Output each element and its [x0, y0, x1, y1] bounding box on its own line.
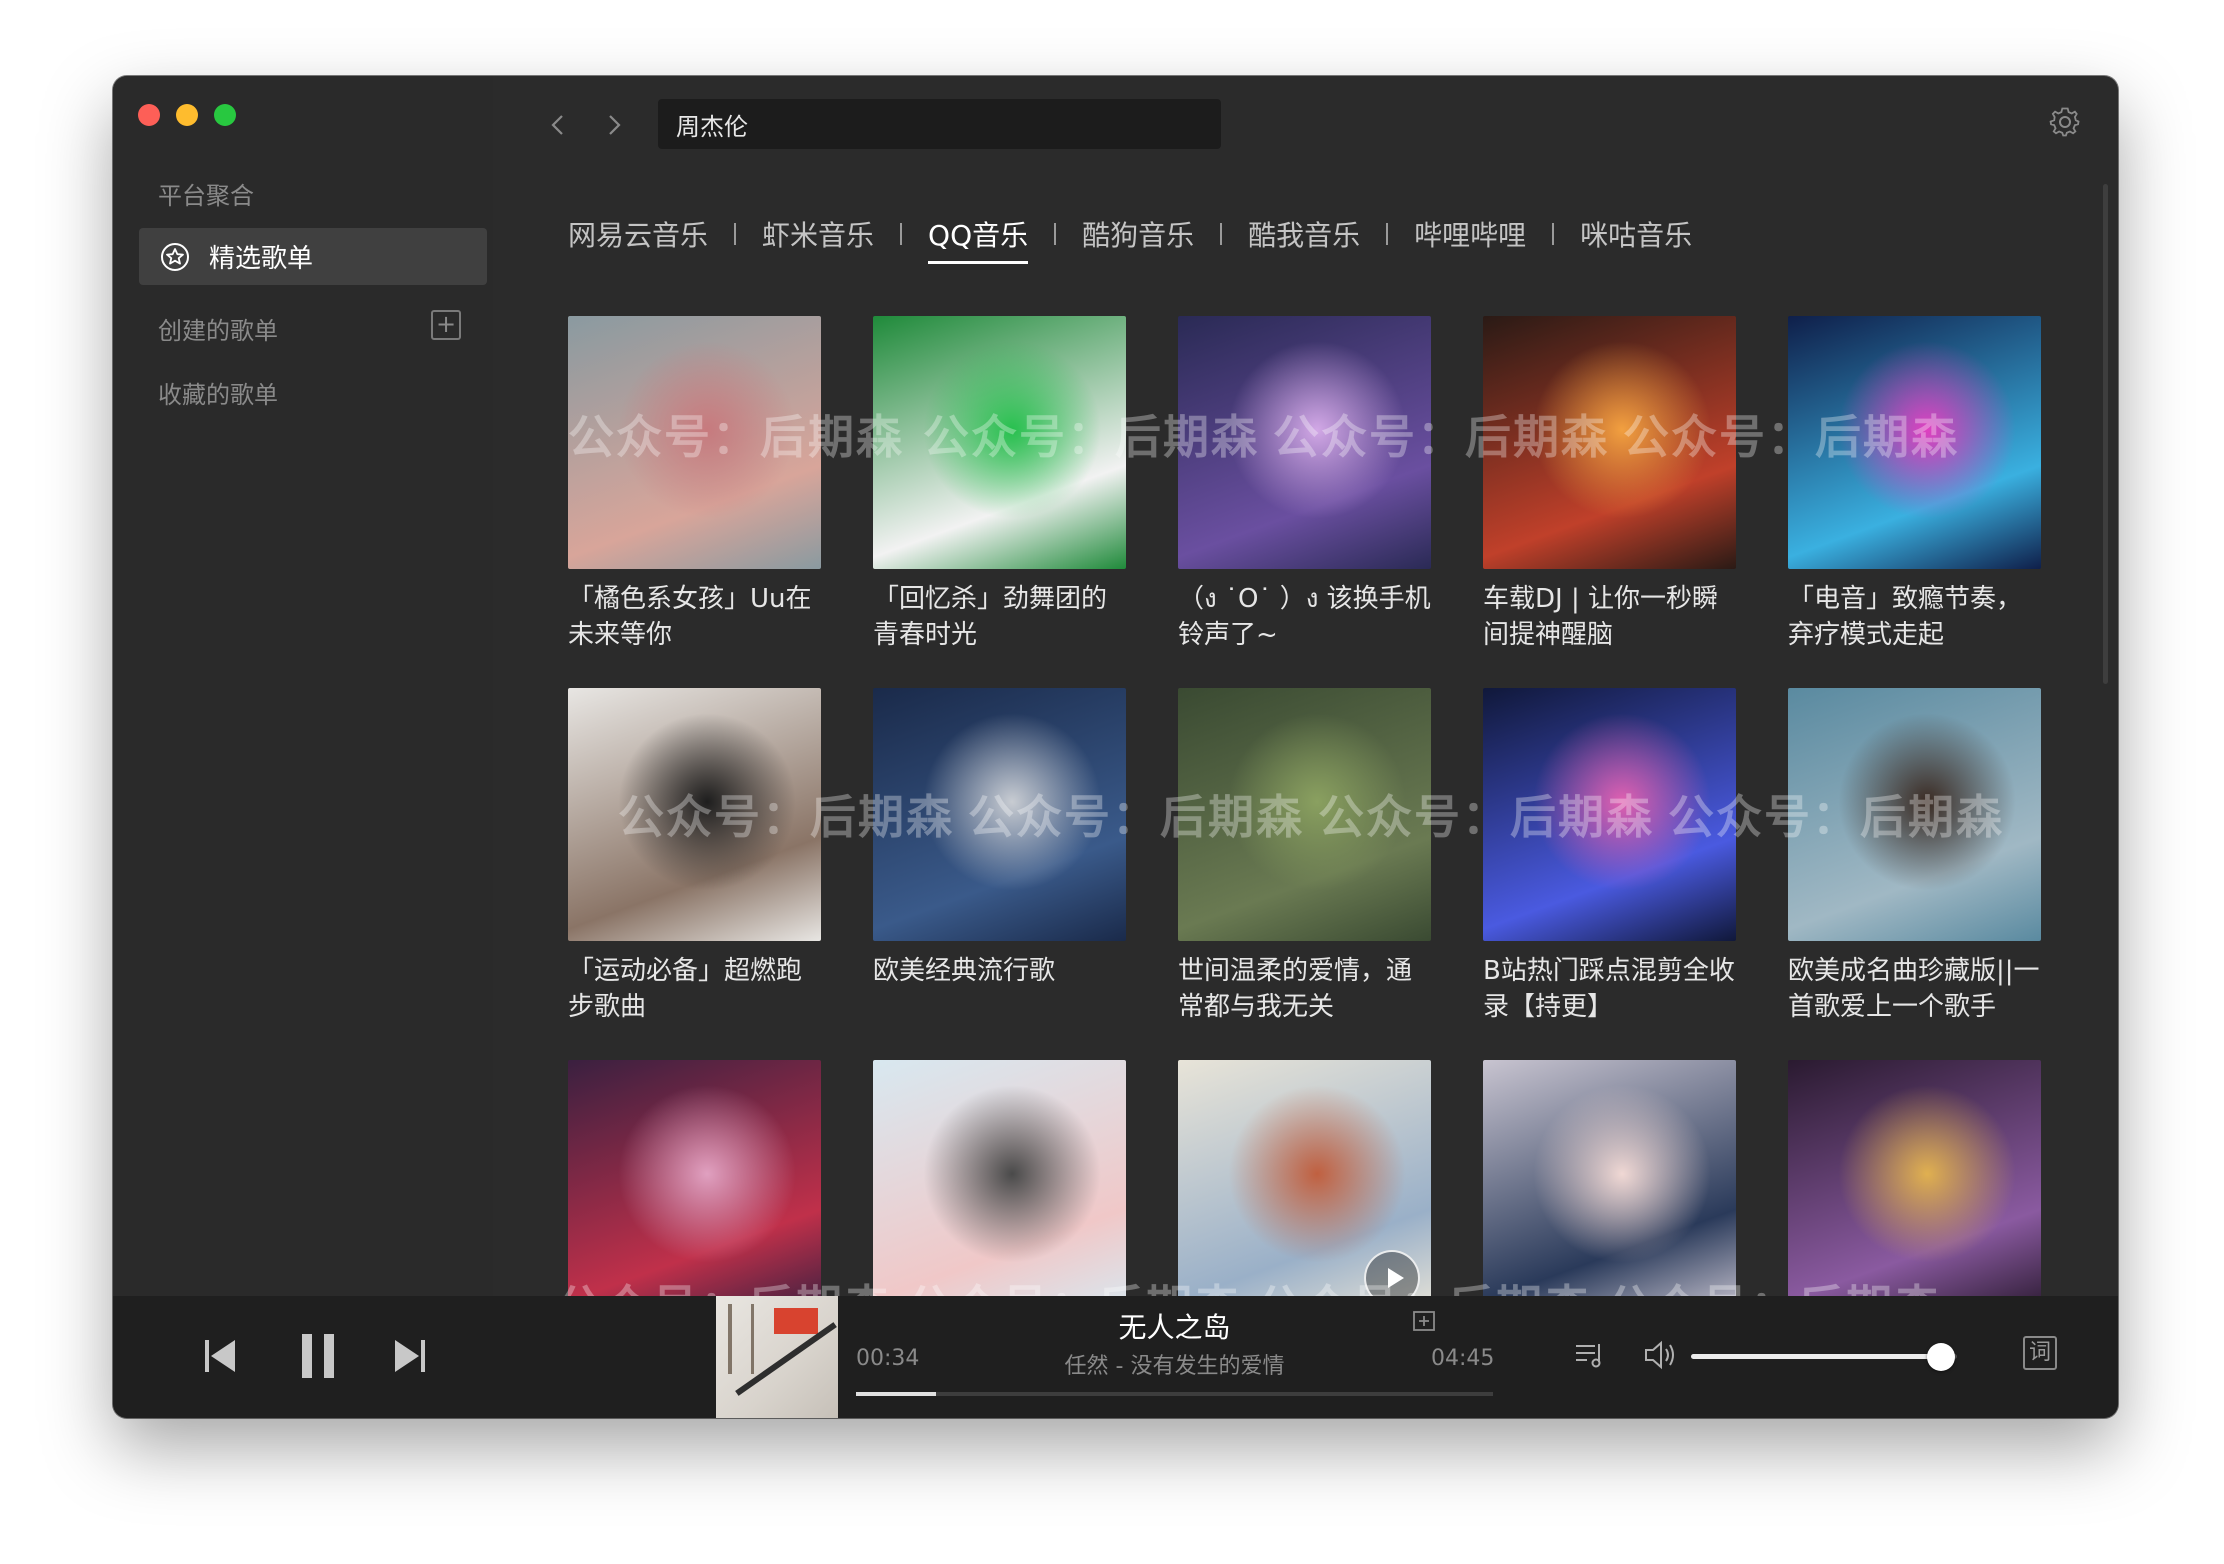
- playlist-cover[interactable]: [568, 1060, 821, 1296]
- sidebar-item-featured-playlists[interactable]: 精选歌单: [139, 228, 487, 285]
- player-bar: 无人之岛 00:34 任然 - 没有发生的爱情 04:45 词: [113, 1296, 2118, 1418]
- previous-button[interactable]: [203, 1336, 237, 1376]
- playlist-grid: 「橘色系女孩」Uu在未来等你 「回忆杀」劲舞团的青春时光 （ง ˙O˙ ）ง 该换手…: [568, 316, 2048, 1296]
- playlist-cover[interactable]: [1178, 1060, 1431, 1296]
- tab-platform[interactable]: QQ音乐: [928, 214, 1029, 264]
- playlist-cover[interactable]: [1483, 316, 1736, 569]
- add-to-playlist-icon[interactable]: [1411, 1306, 1439, 1334]
- playlist-title[interactable]: 欧美经典流行歌: [873, 953, 1126, 989]
- playlist-card[interactable]: [1483, 1060, 1736, 1296]
- close-window-button[interactable]: [138, 104, 160, 126]
- minimize-window-button[interactable]: [176, 104, 198, 126]
- playlist-card[interactable]: B站热门踩点混剪全收录【持更】: [1483, 688, 1736, 1025]
- tab-platform[interactable]: 酷狗音乐: [1082, 214, 1194, 264]
- playlist-cover[interactable]: [1483, 1060, 1736, 1296]
- total-time: 04:45: [1431, 1346, 1495, 1371]
- playlist-cover[interactable]: [568, 688, 821, 941]
- tab-platform[interactable]: 酷我音乐: [1248, 214, 1360, 264]
- tab-separator: [1220, 223, 1223, 245]
- add-playlist-icon[interactable]: +: [431, 310, 461, 340]
- queue-icon[interactable]: [1573, 1338, 1607, 1372]
- pause-button[interactable]: [298, 1332, 338, 1380]
- playlist-card[interactable]: 欧美成名曲珍藏版||一首歌爱上一个歌手: [1788, 688, 2041, 1025]
- next-icon: [395, 1340, 425, 1372]
- playlist-cover[interactable]: [873, 1060, 1126, 1296]
- playlist-title[interactable]: 「电音」致瘾节奏，弃疗模式走起: [1788, 581, 2041, 653]
- album-art[interactable]: [716, 1296, 838, 1418]
- window-controls: [138, 104, 236, 126]
- sidebar-item-created-playlists[interactable]: 创建的歌单: [158, 311, 278, 346]
- playlist-cover[interactable]: [1788, 688, 2041, 941]
- playlist-card[interactable]: [1788, 1060, 2041, 1296]
- next-button[interactable]: [393, 1336, 427, 1376]
- playlist-card[interactable]: [568, 1060, 821, 1296]
- progress-bar[interactable]: [856, 1392, 1493, 1396]
- tab-separator: [1054, 223, 1057, 245]
- song-artist: 任然 - 没有发生的爱情: [1064, 1354, 1285, 1379]
- tab-platform[interactable]: 哔哩哔哩: [1414, 214, 1526, 264]
- pause-icon: [302, 1334, 334, 1378]
- playlist-card[interactable]: [873, 1060, 1126, 1296]
- playlist-title[interactable]: 「橘色系女孩」Uu在未来等你: [568, 581, 821, 653]
- song-title: 无人之岛: [1118, 1311, 1231, 1344]
- scrollbar[interactable]: [2103, 184, 2108, 684]
- zoom-window-button[interactable]: [214, 104, 236, 126]
- sidebar-heading: 平台聚合: [158, 182, 254, 210]
- volume-fill: [1691, 1354, 1942, 1359]
- back-button[interactable]: [543, 110, 573, 140]
- tab-separator: [1552, 223, 1555, 245]
- sidebar: 平台聚合 精选歌单 创建的歌单 + 收藏的歌单: [113, 76, 493, 1296]
- forward-button[interactable]: [599, 110, 629, 140]
- playlist-card[interactable]: [1178, 1060, 1431, 1296]
- playlist-title[interactable]: B站热门踩点混剪全收录【持更】: [1483, 953, 1736, 1025]
- volume-icon[interactable]: [1643, 1338, 1679, 1372]
- playlist-title[interactable]: 车载DJ | 让你一秒瞬间提神醒脑: [1483, 581, 1736, 653]
- chevron-right-icon: [609, 115, 621, 135]
- search-input[interactable]: [658, 99, 1221, 149]
- play-overlay-icon[interactable]: [1364, 1250, 1420, 1296]
- lyric-icon[interactable]: 词: [2023, 1336, 2057, 1370]
- gear-icon[interactable]: [2047, 104, 2083, 140]
- playlist-title[interactable]: （ง ˙O˙ ）ง 该换手机铃声了~: [1178, 581, 1431, 653]
- playlist-cover[interactable]: [1788, 316, 2041, 569]
- playlist-card[interactable]: 欧美经典流行歌: [873, 688, 1126, 989]
- sidebar-item-label: 精选歌单: [209, 244, 314, 274]
- playlist-cover[interactable]: [873, 316, 1126, 569]
- tab-platform[interactable]: 网易云音乐: [568, 214, 708, 264]
- playlist-title[interactable]: 欧美成名曲珍藏版||一首歌爱上一个歌手: [1788, 953, 2041, 1025]
- playlist-card[interactable]: 车载DJ | 让你一秒瞬间提神醒脑: [1483, 316, 1736, 653]
- previous-icon: [205, 1340, 235, 1372]
- tab-platform[interactable]: 虾米音乐: [762, 214, 874, 264]
- playlist-cover[interactable]: [1483, 688, 1736, 941]
- volume-knob[interactable]: [1927, 1343, 1956, 1371]
- playlist-card[interactable]: 「橘色系女孩」Uu在未来等你: [568, 316, 821, 653]
- playlist-title[interactable]: 「运动必备」超燃跑步歌曲: [568, 953, 821, 1025]
- playlist-card[interactable]: 「回忆杀」劲舞团的青春时光: [873, 316, 1126, 653]
- volume-slider[interactable]: [1691, 1343, 1957, 1371]
- tab-separator: [1386, 223, 1389, 245]
- playlist-cover[interactable]: [873, 688, 1126, 941]
- playlist-card[interactable]: （ง ˙O˙ ）ง 该换手机铃声了~: [1178, 316, 1431, 653]
- playlist-card[interactable]: 「运动必备」超燃跑步歌曲: [568, 688, 821, 1025]
- playlist-cover[interactable]: [1178, 688, 1431, 941]
- playlist-title[interactable]: 「回忆杀」劲舞团的青春时光: [873, 581, 1126, 653]
- playlist-card[interactable]: 世间温柔的爱情，通常都与我无关: [1178, 688, 1431, 1025]
- platform-tabs: 网易云音乐 虾米音乐 QQ音乐 酷狗音乐 酷我音乐 哔哩哔哩 咪咕音乐: [568, 214, 1692, 264]
- playlist-title[interactable]: 世间温柔的爱情，通常都与我无关: [1178, 953, 1431, 1025]
- playlist-cover[interactable]: [1788, 1060, 2041, 1296]
- progress-fill: [856, 1392, 936, 1396]
- playlist-cover[interactable]: [568, 316, 821, 569]
- playlist-card[interactable]: 「电音」致瘾节奏，弃疗模式走起: [1788, 316, 2041, 653]
- star-circle-icon: [161, 242, 189, 271]
- sidebar-item-favorite-playlists[interactable]: 收藏的歌单: [158, 375, 278, 410]
- chevron-left-icon: [551, 115, 563, 135]
- tab-separator: [734, 223, 737, 245]
- playlist-cover[interactable]: [1178, 316, 1431, 569]
- app-window: 平台聚合 精选歌单 创建的歌单 + 收藏的歌单 网易云音乐 虾米音乐 QQ音乐 酷狗音…: [113, 76, 2118, 1418]
- tab-platform[interactable]: 咪咕音乐: [1580, 214, 1692, 264]
- tab-separator: [900, 223, 903, 245]
